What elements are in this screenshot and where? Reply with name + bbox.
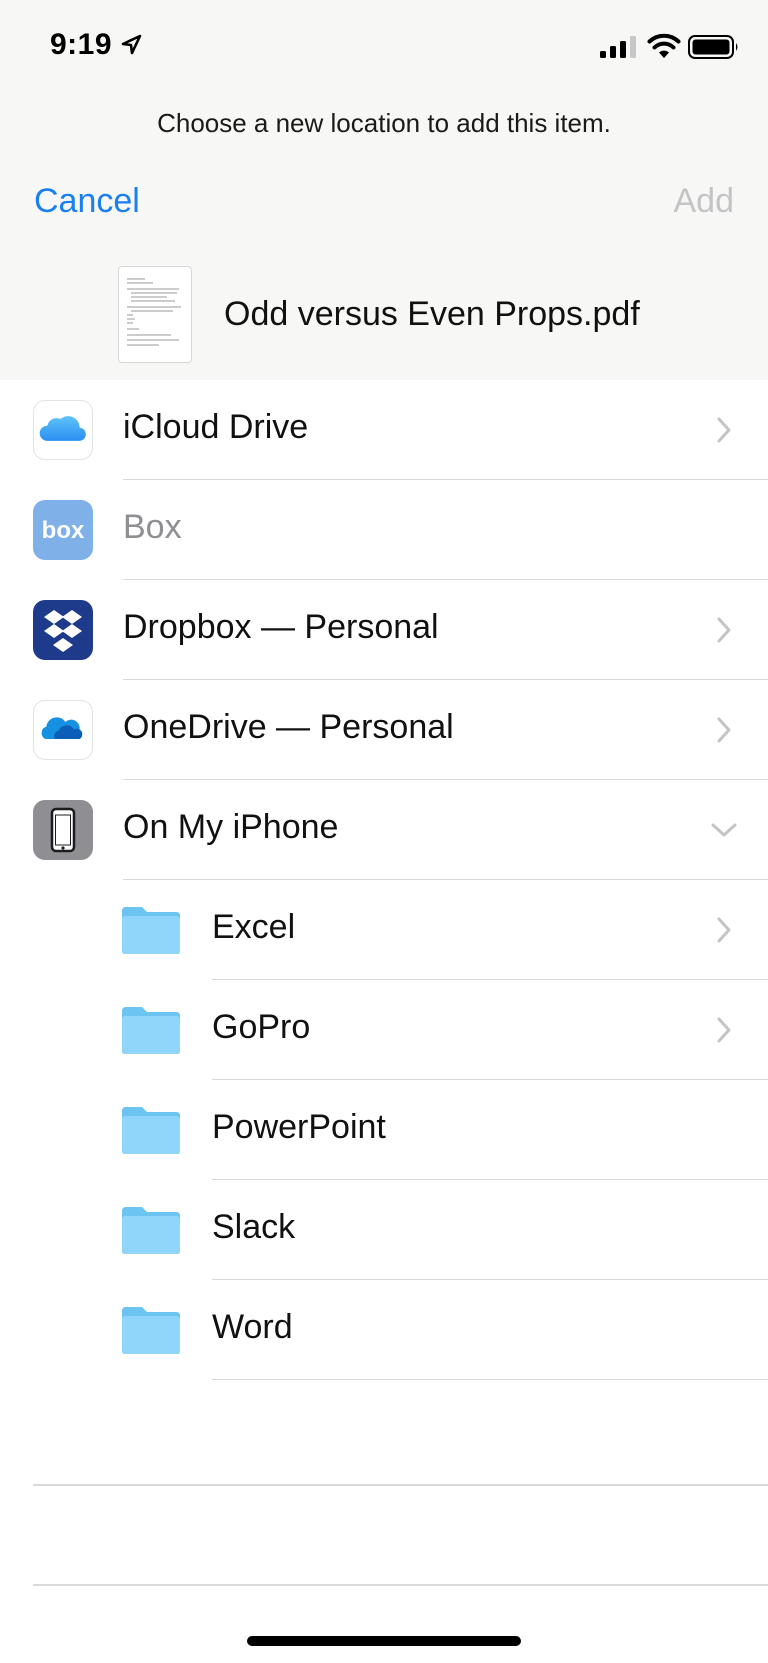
status-bar: 9:19 xyxy=(0,0,768,100)
folder-icon xyxy=(122,1207,180,1254)
battery-icon xyxy=(688,35,738,59)
chevron-right-icon xyxy=(717,417,731,443)
location-list: iCloud Drive box Box Dropbox — Personal … xyxy=(0,380,768,1380)
location-dropbox-personal[interactable]: Dropbox — Personal xyxy=(0,580,768,680)
chevron-right-icon xyxy=(717,617,731,643)
sheet-header: 9:19 Choose a new location to add this i… xyxy=(0,0,768,380)
onedrive-icon xyxy=(33,700,93,760)
folder-label: Slack xyxy=(212,1208,296,1246)
folder-slack[interactable]: Slack xyxy=(0,1180,768,1280)
svg-text:box: box xyxy=(42,517,85,544)
folder-excel[interactable]: Excel xyxy=(0,880,768,980)
folder-icon xyxy=(122,1107,180,1154)
add-button[interactable]: Add xyxy=(674,182,735,221)
folder-label: Excel xyxy=(212,908,296,946)
location-box[interactable]: box Box xyxy=(0,480,768,580)
location-label: On My iPhone xyxy=(123,808,339,846)
folder-powerpoint[interactable]: PowerPoint xyxy=(0,1080,768,1180)
location-label: iCloud Drive xyxy=(123,408,309,446)
chevron-right-icon xyxy=(717,917,731,943)
folder-icon xyxy=(122,1307,180,1354)
location-icloud-drive[interactable]: iCloud Drive xyxy=(0,380,768,480)
location-label: OneDrive — Personal xyxy=(123,708,454,746)
cancel-button[interactable]: Cancel xyxy=(34,182,140,221)
document-name: Odd versus Even Props.pdf xyxy=(224,295,640,333)
box-icon: box xyxy=(33,500,93,560)
folder-icon xyxy=(122,907,180,954)
empty-row-separator xyxy=(33,1484,768,1486)
cellular-signal-icon xyxy=(600,36,636,58)
location-on-my-iphone[interactable]: On My iPhone xyxy=(0,780,768,880)
location-arrow-icon xyxy=(121,34,142,55)
folder-icon xyxy=(122,1007,180,1054)
folder-gopro[interactable]: GoPro xyxy=(0,980,768,1080)
location-label: Dropbox — Personal xyxy=(123,608,439,646)
chevron-right-icon xyxy=(717,1017,731,1043)
sheet-prompt: Choose a new location to add this item. xyxy=(157,108,611,138)
location-label: Box xyxy=(123,508,182,546)
icloud-icon xyxy=(33,400,93,460)
folder-label: Word xyxy=(212,1308,293,1346)
folder-label: PowerPoint xyxy=(212,1108,386,1146)
clock: 9:19 xyxy=(50,28,113,61)
row-separator xyxy=(212,1378,768,1380)
chevron-right-icon xyxy=(717,717,731,743)
chevron-down-icon xyxy=(711,823,737,837)
iphone-icon xyxy=(33,800,93,860)
empty-row-separator xyxy=(33,1584,768,1586)
dropbox-icon xyxy=(33,600,93,660)
location-onedrive-personal[interactable]: OneDrive — Personal xyxy=(0,680,768,780)
folder-word[interactable]: Word xyxy=(0,1280,768,1380)
folder-label: GoPro xyxy=(212,1008,311,1046)
home-indicator[interactable] xyxy=(247,1636,521,1646)
document-thumbnail xyxy=(118,266,192,363)
wifi-icon xyxy=(647,33,681,58)
